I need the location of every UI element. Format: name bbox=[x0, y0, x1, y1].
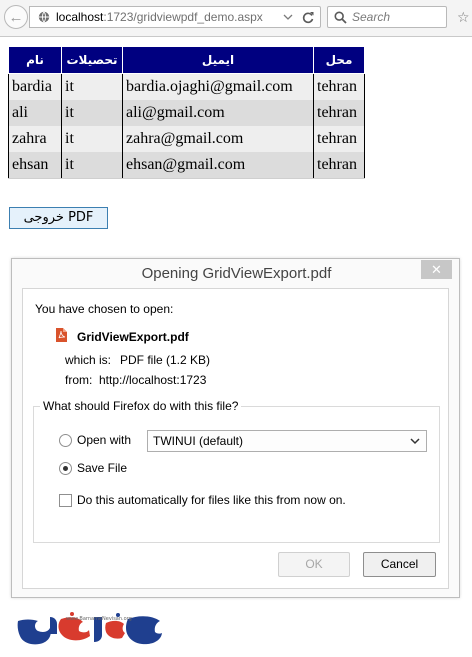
reload-icon[interactable] bbox=[301, 10, 315, 24]
cancel-button[interactable]: Cancel bbox=[363, 552, 436, 577]
cell-location: tehran bbox=[313, 73, 365, 100]
action-question: What should Firefox do with this file? bbox=[40, 399, 242, 413]
close-icon: ✕ bbox=[431, 262, 442, 277]
cell-location: tehran bbox=[313, 100, 365, 126]
open-with-label[interactable]: Open with bbox=[77, 433, 131, 447]
search-input[interactable]: Search bbox=[327, 6, 447, 28]
cell-location: tehran bbox=[313, 152, 365, 179]
grid-header-row: نام تحصیلات ایمیل محل bbox=[8, 46, 365, 74]
url-path: :1723/gridviewpdf_demo.aspx bbox=[103, 10, 263, 24]
cell-education: it bbox=[61, 152, 123, 179]
back-button[interactable]: ← bbox=[4, 5, 28, 29]
open-with-select[interactable]: TWINUI (default) bbox=[147, 430, 427, 452]
url-bar[interactable]: localhost:1723/gridviewpdf_demo.aspx bbox=[29, 6, 321, 28]
file-type-value: PDF file (1.2 KB) bbox=[120, 353, 211, 367]
auto-action-label[interactable]: Do this automatically for files like thi… bbox=[77, 493, 346, 507]
auto-action-checkbox[interactable] bbox=[59, 494, 72, 507]
table-row: ali it ali@gmail.com tehran bbox=[8, 100, 365, 126]
search-icon bbox=[334, 11, 347, 24]
chevron-down-icon[interactable] bbox=[283, 12, 293, 22]
site-logo: www.BarnameNevisan.org bbox=[17, 612, 162, 645]
employee-grid: نام تحصیلات ایمیل محل bardia it bardia.o… bbox=[8, 46, 365, 179]
file-name: GridViewExport.pdf bbox=[77, 330, 189, 344]
save-file-label[interactable]: Save File bbox=[77, 461, 127, 475]
save-file-radio[interactable] bbox=[59, 462, 72, 475]
cell-email: bardia.ojaghi@gmail.com bbox=[122, 73, 314, 100]
cell-name: bardia bbox=[8, 73, 62, 100]
cell-name: ali bbox=[8, 100, 62, 126]
cell-email: ehsan@gmail.com bbox=[122, 152, 314, 179]
table-row: bardia it bardia.ojaghi@gmail.com tehran bbox=[8, 73, 365, 100]
column-header-education: تحصیلات bbox=[61, 46, 123, 74]
dialog-body: You have chosen to open: GridViewExport.… bbox=[22, 288, 449, 589]
cell-education: it bbox=[61, 73, 123, 100]
open-with-radio[interactable] bbox=[59, 434, 72, 447]
cell-email: ali@gmail.com bbox=[122, 100, 314, 126]
table-row: ehsan it ehsan@gmail.com tehran bbox=[8, 152, 365, 179]
pdf-file-icon bbox=[56, 328, 67, 342]
globe-icon bbox=[38, 11, 50, 23]
which-is-label: which is: bbox=[65, 353, 112, 367]
export-pdf-button[interactable]: خروجی PDF bbox=[9, 207, 108, 229]
table-row: zahra it zahra@gmail.com tehran bbox=[8, 126, 365, 152]
bookmark-star-icon[interactable]: ☆ bbox=[457, 9, 470, 26]
intro-text: You have chosen to open: bbox=[35, 302, 174, 316]
url-text[interactable]: localhost:1723/gridviewpdf_demo.aspx bbox=[56, 10, 263, 24]
cell-email: zahra@gmail.com bbox=[122, 126, 314, 152]
from-label: from: bbox=[65, 373, 93, 387]
cell-education: it bbox=[61, 100, 123, 126]
cell-name: zahra bbox=[8, 126, 62, 152]
dialog-title: Opening GridViewExport.pdf bbox=[141, 265, 332, 282]
logo-url: www.BarnameNevisan.org bbox=[66, 616, 132, 622]
close-button[interactable]: ✕ bbox=[421, 260, 452, 279]
cell-education: it bbox=[61, 126, 123, 152]
chevron-down-icon bbox=[410, 438, 420, 445]
open-with-app: TWINUI (default) bbox=[153, 434, 244, 448]
download-dialog: Opening GridViewExport.pdf ✕ You have ch… bbox=[11, 258, 460, 598]
search-placeholder: Search bbox=[352, 10, 391, 24]
cell-name: ehsan bbox=[8, 152, 62, 179]
column-header-email: ایمیل bbox=[122, 46, 314, 74]
ok-button[interactable]: OK bbox=[278, 552, 350, 577]
url-host: localhost bbox=[56, 10, 104, 24]
cell-location: tehran bbox=[313, 126, 365, 152]
browser-toolbar: ← localhost:1723/gridviewpdf_demo.aspx S… bbox=[0, 0, 472, 37]
column-header-location: محل bbox=[313, 46, 365, 74]
column-header-name: نام bbox=[8, 46, 62, 74]
back-arrow-icon: ← bbox=[8, 8, 24, 26]
from-value: http://localhost:1723 bbox=[99, 373, 207, 387]
